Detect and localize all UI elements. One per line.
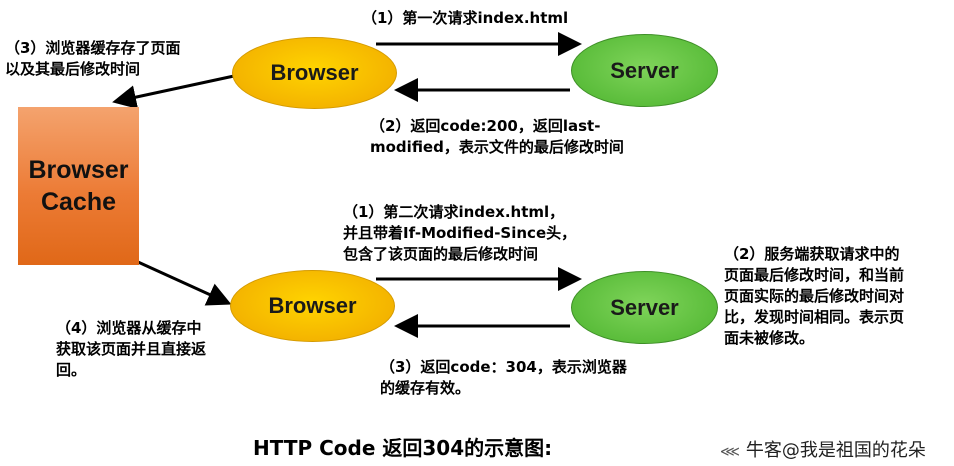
watermark-text: 牛客@我是祖国的花朵: [745, 440, 926, 461]
label-cache-fetch: （4）浏览器从缓存中 获取该页面并且直接返 回。: [56, 319, 207, 379]
browser-cache-box: Browser Cache: [18, 107, 139, 265]
label-cache-store: （3）浏览器缓存存了页面 以及其最后修改时间: [5, 39, 181, 78]
server-node-top: Server: [571, 34, 718, 107]
label-first-response: （2）返回code:200，返回last- modified，表示文件的最后修改…: [370, 117, 624, 156]
label-first-request: （1）第一次请求index.html: [362, 9, 569, 27]
browser-node-top: Browser: [232, 37, 397, 109]
label-server-check: （2）服务端获取请求中的 页面最后修改时间，和当前 页面实际的最后修改时间对 比…: [724, 245, 905, 347]
diagram-caption: HTTP Code 返回304的示意图:: [253, 436, 553, 460]
watermark: ⋘ 牛客@我是祖国的花朵: [720, 436, 926, 462]
server-node-bottom: Server: [571, 271, 718, 344]
label-second-request: （1）第二次请求index.html， 并且带着If-Modified-Sinc…: [343, 203, 577, 263]
watermark-logo-icon: ⋘: [720, 444, 740, 460]
arrow-cache-fetch: [137, 260, 232, 306]
label-second-response: （3）返回code：304，表示浏览器 的缓存有效。: [380, 358, 627, 397]
browser-node-bottom: Browser: [230, 270, 395, 342]
